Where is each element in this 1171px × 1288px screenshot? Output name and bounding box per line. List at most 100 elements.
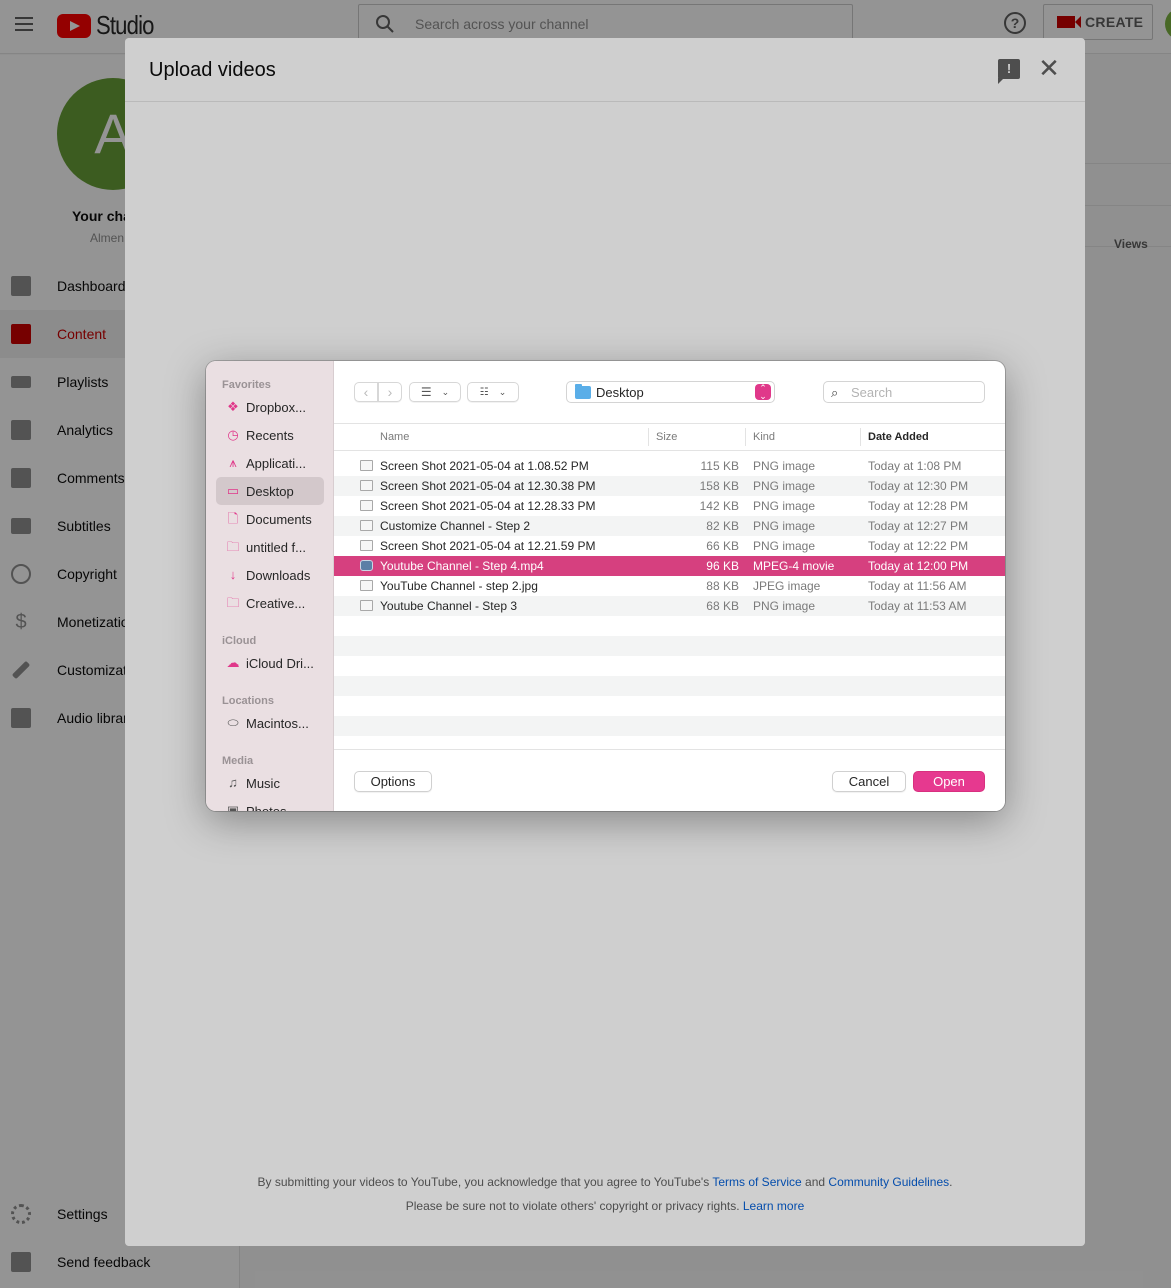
- group-by-button[interactable]: ☷ ⌄: [467, 382, 519, 402]
- column-header-size[interactable]: Size: [656, 431, 677, 443]
- sidebar-item-icloud-drive[interactable]: ☁ iCloud Dri...: [216, 649, 324, 677]
- drive-icon: ⬭: [227, 715, 239, 730]
- empty-row: [334, 636, 1005, 656]
- file-name: Screen Shot 2021-05-04 at 12.30.38 PM: [380, 479, 596, 493]
- sidebar-item-label: Creative...: [246, 595, 306, 611]
- sidebar-item-music[interactable]: ♫ Music: [216, 769, 324, 797]
- column-separator[interactable]: [745, 428, 746, 446]
- image-file-icon: [360, 540, 373, 551]
- sidebar-item-creative[interactable]: 🗀 Creative...: [216, 589, 324, 617]
- file-row[interactable]: Youtube Channel - Step 3 68 KB PNG image To…: [334, 596, 1005, 616]
- sidebar-item-macintosh-hd[interactable]: ⬭ Macintos...: [216, 709, 324, 737]
- image-file-icon: [360, 500, 373, 511]
- file-date: Today at 1:08 PM: [868, 459, 962, 473]
- empty-row: [334, 696, 1005, 716]
- file-kind: PNG image: [753, 519, 816, 533]
- view-mode-button[interactable]: ☰ ⌄: [409, 382, 461, 402]
- column-separator[interactable]: [648, 428, 649, 446]
- file-kind: PNG image: [753, 459, 816, 473]
- cancel-button[interactable]: Cancel: [832, 771, 906, 792]
- image-file-icon: [360, 520, 373, 531]
- sidebar-item-applications[interactable]: ⩚ Applicati...: [216, 449, 324, 477]
- file-kind: PNG image: [753, 539, 816, 553]
- file-search-field[interactable]: ⌕: [823, 381, 985, 403]
- file-date: Today at 12:27 PM: [868, 519, 969, 533]
- sidebar-section-icloud: iCloud: [222, 635, 257, 647]
- search-icon: ⌕: [831, 385, 839, 400]
- music-icon: ♫: [228, 775, 238, 790]
- file-date: Today at 12:22 PM: [868, 539, 969, 553]
- document-icon: 🗋: [227, 511, 239, 526]
- file-kind: PNG image: [753, 599, 816, 613]
- file-row[interactable]: Screen Shot 2021-05-04 at 12.28.33 PM 142…: [334, 496, 1005, 516]
- column-header-kind[interactable]: Kind: [753, 431, 775, 443]
- empty-row: [334, 676, 1005, 696]
- camera-icon: ▣: [226, 803, 240, 811]
- file-date: Today at 11:56 AM: [868, 579, 967, 593]
- video-file-icon: [360, 560, 373, 571]
- file-name: Screen Shot 2021-05-04 at 1.08.52 PM: [380, 459, 589, 473]
- sidebar-section-favorites: Favorites: [222, 379, 271, 391]
- file-row[interactable]: Screen Shot 2021-05-04 at 1.08.52 PM 115 …: [334, 456, 1005, 476]
- sidebar-item-label: iCloud Dri...: [246, 655, 314, 671]
- image-file-icon: [360, 460, 373, 471]
- chevron-down-icon: ⌄: [498, 386, 507, 397]
- file-row-selected[interactable]: Youtube Channel - Step 4.mp4 96 KB MPEG-4 …: [334, 556, 1005, 576]
- file-row[interactable]: Screen Shot 2021-05-04 at 12.30.38 PM 158…: [334, 476, 1005, 496]
- column-headers: Name Size Kind Date Added: [334, 423, 1005, 451]
- empty-row: [334, 736, 1005, 750]
- file-name: Screen Shot 2021-05-04 at 12.28.33 PM: [380, 499, 596, 513]
- location-label: Desktop: [596, 384, 644, 400]
- updown-chevron-icon: ⌃ ⌄: [755, 384, 771, 401]
- file-row[interactable]: Screen Shot 2021-05-04 at 12.21.59 PM 66 …: [334, 536, 1005, 556]
- file-row[interactable]: Customize Channel - Step 2 82 KB PNG image…: [334, 516, 1005, 536]
- file-name: Youtube Channel - Step 4.mp4: [380, 559, 544, 573]
- image-file-icon: [360, 600, 373, 611]
- sidebar-item-label: Dropbox...: [246, 399, 306, 415]
- sidebar-item-label: Documents: [246, 511, 312, 527]
- file-date: Today at 11:53 AM: [868, 599, 967, 613]
- open-button[interactable]: Open: [913, 771, 985, 792]
- list-view-icon: ☰: [420, 385, 432, 399]
- column-header-name[interactable]: Name: [380, 431, 409, 443]
- finder-sidebar: Favorites ❖ Dropbox... ◷ Recents ⩚ Applicat…: [206, 361, 334, 811]
- forward-button[interactable]: ›: [378, 382, 402, 402]
- file-size: 66 KB: [706, 539, 739, 553]
- file-open-dialog: Favorites ❖ Dropbox... ◷ Recents ⩚ Applicat…: [206, 361, 1005, 811]
- file-size: 88 KB: [706, 579, 739, 593]
- column-separator[interactable]: [860, 428, 861, 446]
- file-size: 68 KB: [706, 599, 739, 613]
- dialog-button-bar: Options Cancel Open: [334, 749, 1005, 811]
- sidebar-item-label: Applicati...: [246, 455, 306, 471]
- file-browser: ‹ › ☰⌄ ☷⌄ Desktop ⌃⌄ ⌕ Name Size Kind Da…: [334, 361, 1005, 811]
- column-header-date-added[interactable]: Date Added: [868, 431, 929, 443]
- file-kind: JPEG image: [753, 579, 821, 593]
- file-size: 115 KB: [700, 459, 739, 473]
- file-kind: MPEG-4 movie: [753, 559, 835, 573]
- sidebar-section-media: Media: [222, 755, 254, 767]
- sidebar-item-untitled-folder[interactable]: 🗀 untitled f...: [216, 533, 324, 561]
- file-date: Today at 12:30 PM: [868, 479, 969, 493]
- sidebar-item-downloads[interactable]: ↓ Downloads: [216, 561, 324, 589]
- empty-row: [334, 616, 1005, 636]
- back-button[interactable]: ‹: [354, 382, 378, 402]
- file-row[interactable]: YouTube Channel - step 2.jpg 88 KB JPEG im…: [334, 576, 1005, 596]
- file-size: 82 KB: [706, 519, 739, 533]
- sidebar-item-desktop[interactable]: ▭ Desktop: [216, 477, 324, 505]
- folder-icon: 🗀: [226, 595, 240, 610]
- file-name: Youtube Channel - Step 3: [380, 599, 517, 613]
- file-size: 158 KB: [699, 479, 739, 493]
- sidebar-item-dropbox[interactable]: ❖ Dropbox...: [216, 393, 324, 421]
- dropbox-icon: ❖: [227, 399, 239, 414]
- chevron-down-icon: ⌄: [441, 386, 450, 397]
- location-dropdown[interactable]: Desktop ⌃ ⌄: [566, 381, 775, 403]
- download-icon: ↓: [229, 567, 237, 582]
- file-search-input[interactable]: [851, 384, 976, 400]
- options-button[interactable]: Options: [354, 771, 432, 792]
- sidebar-item-label: untitled f...: [246, 539, 306, 555]
- sidebar-item-documents[interactable]: 🗋 Documents: [216, 505, 324, 533]
- sidebar-item-photos[interactable]: ▣ Photos: [216, 797, 324, 811]
- empty-row: [334, 716, 1005, 736]
- file-list: Screen Shot 2021-05-04 at 1.08.52 PM 115 …: [334, 456, 1005, 750]
- sidebar-item-recents[interactable]: ◷ Recents: [216, 421, 324, 449]
